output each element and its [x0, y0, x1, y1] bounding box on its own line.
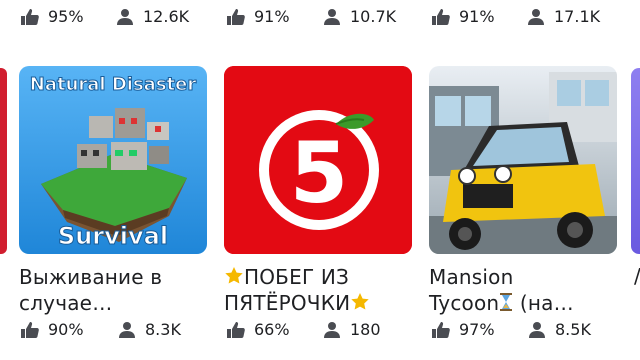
game-title-line-1: Mansion: [429, 265, 514, 289]
game-title-line-2: ПЯТЁРОЧКИ: [224, 291, 351, 315]
thumbs-up-icon: [432, 8, 450, 25]
thumbs-up-icon: [227, 8, 245, 25]
top-row-stat-players-3: 17.1K: [526, 7, 600, 26]
game-title[interactable]: Выживание в случае…: [19, 264, 162, 316]
person-icon: [528, 8, 544, 25]
top-row-players-2: 10.7K: [350, 7, 397, 26]
game-rating-value: 97%: [459, 320, 495, 339]
game-title[interactable]: ПОБЕГ ИЗ ПЯТЁРОЧКИ: [224, 264, 370, 316]
top-row-stat-players-1: 12.6K: [115, 7, 189, 26]
game-rating: 66%: [226, 320, 290, 339]
game-thumbnail[interactable]: [429, 66, 617, 254]
thumbs-up-icon: [227, 321, 245, 338]
next-game-thumbnail[interactable]: [631, 68, 640, 254]
game-title[interactable]: Mansion Tycoon (на…: [429, 264, 574, 316]
person-icon: [119, 321, 135, 338]
person-icon: [324, 321, 340, 338]
thumbnail-bottom-text: Survival: [58, 222, 168, 250]
top-row-players-3: 17.1K: [554, 7, 601, 26]
game-title-line-1: Выживание в: [19, 265, 163, 289]
thumbnail-top-text: Natural Disaster: [30, 74, 197, 95]
thumbs-up-icon: [432, 321, 450, 338]
top-row-stat-rating-1: 95%: [20, 7, 84, 26]
game-thumbnail[interactable]: 5: [224, 66, 412, 254]
top-row-stat-rating-3: 91%: [431, 7, 495, 26]
top-row-rating-2: 91%: [254, 7, 290, 26]
game-thumbnail[interactable]: Natural Disaster Survival: [19, 66, 207, 254]
star-icon: [225, 267, 243, 284]
game-players: 8.5K: [527, 320, 591, 339]
next-game-title-fragment[interactable]: /: [634, 264, 640, 290]
game-title-line-2: случае…: [19, 291, 113, 315]
hourglass-icon: [500, 293, 513, 311]
game-players: 8.3K: [117, 320, 181, 339]
top-row-players-1: 12.6K: [143, 7, 190, 26]
natural-disaster-thumbnail-art: Natural Disaster Survival: [19, 66, 207, 254]
logo-digit: 5: [290, 124, 348, 222]
game-title-line-2: Tycoon: [429, 291, 500, 315]
person-icon: [324, 8, 340, 25]
person-icon: [117, 8, 133, 25]
game-rating-value: 66%: [254, 320, 290, 339]
star-icon: [351, 293, 369, 310]
game-title-line-2-suffix: (на…: [513, 291, 574, 315]
game-players-value: 8.3K: [145, 320, 181, 339]
top-row-stat-players-2: 10.7K: [322, 7, 396, 26]
top-row-rating-3: 91%: [459, 7, 495, 26]
pyaterochka-logo-art: 5: [224, 66, 412, 254]
previous-game-thumbnail[interactable]: [0, 68, 7, 254]
game-title-line-1: ПОБЕГ ИЗ: [244, 265, 350, 289]
game-rating: 90%: [20, 320, 84, 339]
game-players: 180: [322, 320, 381, 339]
game-rating: 97%: [431, 320, 495, 339]
thumbs-up-icon: [21, 321, 39, 338]
thumbs-up-icon: [21, 8, 39, 25]
mansion-tycoon-thumbnail-art: [429, 66, 617, 254]
person-icon: [529, 321, 545, 338]
top-row-rating-1: 95%: [48, 7, 84, 26]
game-players-value: 8.5K: [555, 320, 591, 339]
game-players-value: 180: [350, 320, 381, 339]
game-rating-value: 90%: [48, 320, 84, 339]
top-row-stat-rating-2: 91%: [226, 7, 290, 26]
